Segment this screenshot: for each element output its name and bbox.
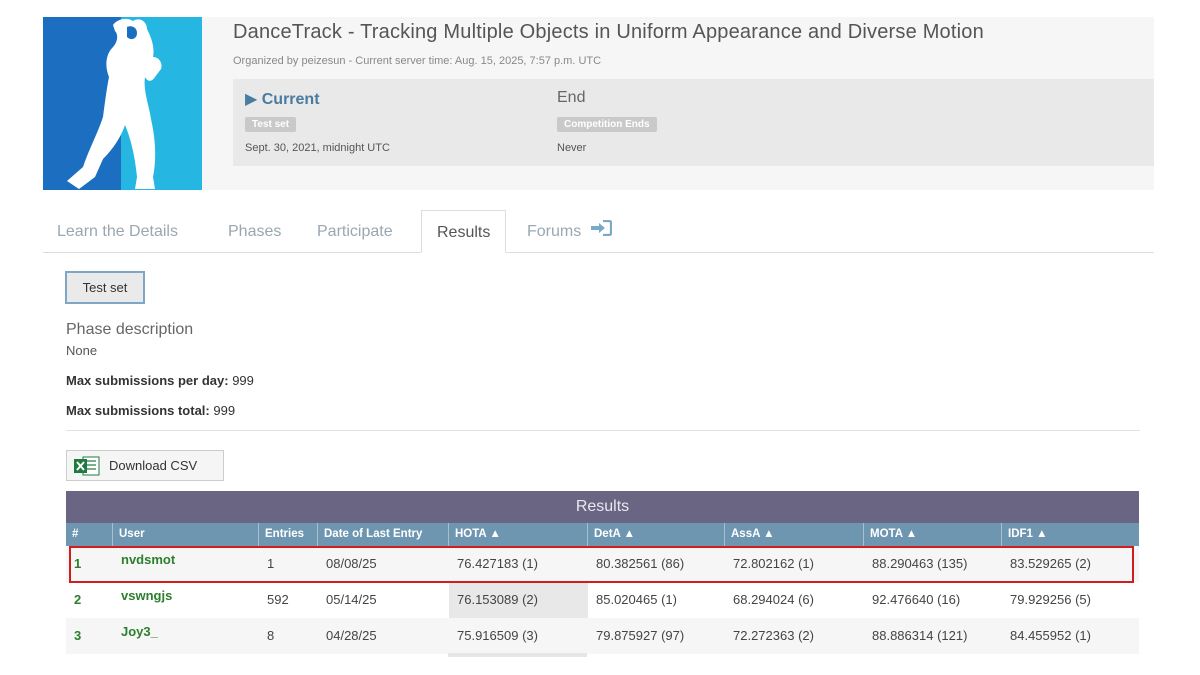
date-cell: 05/14/25 — [326, 592, 377, 607]
hota-cell: 75.916509 (3) — [457, 628, 538, 643]
mota-cell: 88.886314 (121) — [872, 628, 968, 643]
tab-forums-label: Forums — [527, 223, 582, 240]
download-csv-button[interactable]: Download CSV — [66, 450, 224, 481]
deta-cell: 85.020465 (1) — [596, 592, 677, 607]
entries-cell: 592 — [267, 592, 289, 607]
idf1-cell: 84.455952 (1) — [1010, 628, 1091, 643]
tab-forums[interactable]: Forums — [527, 210, 612, 253]
table-row: 2 vswngjs 592 05/14/25 76.153089 (2) 85.… — [66, 582, 1139, 618]
limit-label: Max submissions total: — [66, 403, 210, 418]
results-table-title: Results — [66, 491, 1139, 523]
competition-title: DanceTrack - Tracking Multiple Objects i… — [233, 21, 984, 43]
phase-timeline: ▶ Current Test set Sept. 30, 2021, midni… — [233, 79, 1154, 166]
assa-cell: 72.272363 (2) — [733, 628, 814, 643]
download-csv-label: Download CSV — [109, 458, 198, 473]
results-table-header: # User Entries Date of Last Entry HOTA ▲… — [66, 523, 1139, 546]
tab-phases[interactable]: Phases — [228, 210, 281, 253]
rank-cell: 3 — [74, 628, 82, 643]
competition-subtitle: Organized by peizesun - Current server t… — [233, 55, 602, 67]
max-submissions-per-day: Max submissions per day: 999 — [66, 373, 254, 388]
entries-cell: 8 — [267, 628, 275, 643]
phase-select-button[interactable]: Test set — [65, 271, 145, 304]
competition-tabs: Learn the Details Phases Participate Res… — [43, 210, 1154, 253]
column-idf1[interactable]: IDF1 ▲ — [1002, 523, 1139, 546]
sign-in-arrow-icon — [590, 210, 612, 253]
phase-description-value: None — [66, 343, 98, 358]
row-highlight-box — [69, 546, 1134, 583]
column-hota[interactable]: HOTA ▲ — [449, 523, 588, 546]
table-row: 3 Joy3_ 8 04/28/25 75.916509 (3) 79.8759… — [66, 618, 1139, 654]
competition-header: DanceTrack - Tracking Multiple Objects i… — [202, 17, 1154, 190]
user-link[interactable]: Joy3_ — [113, 618, 259, 654]
competition-logo — [43, 17, 202, 190]
column-mota[interactable]: MOTA ▲ — [864, 523, 1002, 546]
phase-date: Never — [557, 142, 587, 154]
column-assa[interactable]: AssA ▲ — [725, 523, 864, 546]
rank-cell: 2 — [74, 592, 82, 607]
phase-date: Sept. 30, 2021, midnight UTC — [245, 142, 390, 154]
user-link[interactable]: vswngjs — [113, 582, 259, 618]
column-rank: # — [66, 523, 113, 546]
column-date: Date of Last Entry — [318, 523, 449, 546]
phase-name: ▶ Current — [245, 91, 320, 108]
assa-cell: 68.294024 (6) — [733, 592, 814, 607]
phase-name: End — [557, 89, 586, 106]
date-cell: 04/28/25 — [326, 628, 377, 643]
mota-cell: 92.476640 (16) — [872, 592, 961, 607]
tab-learn-the-details[interactable]: Learn the Details — [57, 210, 178, 253]
cell-highlight-edge — [448, 653, 587, 657]
column-deta[interactable]: DetA ▲ — [588, 523, 725, 546]
deta-cell: 79.875927 (97) — [596, 628, 685, 643]
limit-value: 999 — [213, 403, 236, 418]
excel-icon — [74, 456, 100, 475]
phase-tag: Competition Ends — [557, 117, 657, 132]
tab-results[interactable]: Results — [421, 210, 507, 253]
section-divider — [66, 430, 1140, 431]
phase-tag: Test set — [245, 117, 297, 132]
idf1-cell: 79.929256 (5) — [1010, 592, 1091, 607]
limit-value: 999 — [232, 373, 254, 388]
phase-description-title: Phase description — [66, 321, 194, 338]
max-submissions-total: Max submissions total: 999 — [66, 403, 235, 418]
hota-cell: 76.153089 (2) — [449, 582, 588, 618]
tab-participate[interactable]: Participate — [317, 210, 393, 253]
limit-label: Max submissions per day: — [66, 373, 229, 388]
column-user: User — [113, 523, 259, 546]
column-entries: Entries — [259, 523, 318, 546]
